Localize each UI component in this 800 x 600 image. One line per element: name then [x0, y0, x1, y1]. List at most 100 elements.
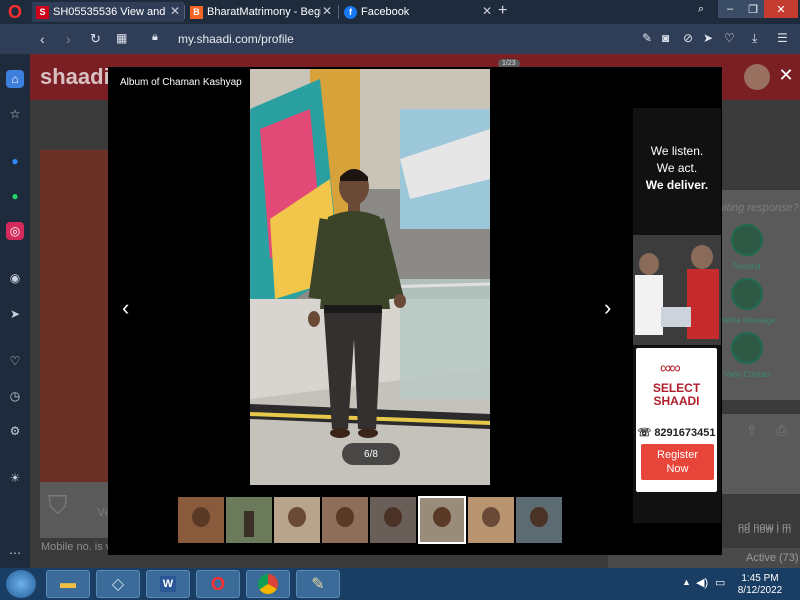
- ad-card: ∞∞ SELECT SHAADI ☏ 8291673451 Register Now: [636, 348, 717, 492]
- instagram-icon[interactable]: ◎: [6, 222, 24, 240]
- remind-icon[interactable]: [731, 224, 763, 256]
- close-tab-icon[interactable]: ✕: [482, 4, 492, 18]
- start-button[interactable]: [6, 570, 36, 598]
- tab-label: BharatMatrimony - Begin y: [207, 6, 321, 18]
- write-message-icon[interactable]: [731, 278, 763, 310]
- opera-menu-icon[interactable]: O: [0, 0, 30, 24]
- send-icon[interactable]: ➤: [703, 31, 713, 45]
- whatsapp-icon[interactable]: ●: [6, 187, 24, 205]
- new-tab-button[interactable]: +: [498, 2, 507, 20]
- print-icon[interactable]: ⎙: [776, 422, 787, 439]
- share-icon[interactable]: ⇪: [746, 422, 758, 439]
- settings-icon[interactable]: ⚙: [6, 422, 24, 440]
- thumbnail-strip: [178, 496, 564, 544]
- file-explorer-icon[interactable]: ▬: [46, 570, 90, 598]
- thumbnail[interactable]: [178, 497, 224, 543]
- search-tabs-icon[interactable]: ⌕: [694, 0, 708, 18]
- tab-bar: O S SH05535536 View and Con ✕ B BharatMa…: [0, 0, 800, 24]
- album-photo: 6/8: [250, 69, 490, 485]
- close-modal-button[interactable]: ✕: [777, 66, 795, 84]
- ad-photo: [633, 235, 721, 345]
- lock-icon: 🔒︎: [152, 31, 158, 43]
- heart-sidebar-icon[interactable]: ♡: [6, 352, 24, 370]
- thumbnail[interactable]: [226, 497, 272, 543]
- opera-icon[interactable]: O: [196, 570, 240, 598]
- close-tab-icon[interactable]: ✕: [322, 4, 332, 18]
- thumbnail[interactable]: [322, 497, 368, 543]
- block-icon[interactable]: ⊘: [683, 31, 693, 45]
- close-tab-icon[interactable]: ✕: [170, 4, 180, 18]
- about-snippet: nd now i m: [738, 521, 792, 533]
- ad-brand: SELECT SHAADI: [652, 381, 701, 408]
- url-field[interactable]: my.shaadi.com/profile: [178, 32, 294, 46]
- minimize-button[interactable]: ‒: [718, 0, 742, 18]
- remind-label[interactable]: Remind: [733, 262, 761, 271]
- bookmark-icon[interactable]: ☆: [6, 105, 24, 123]
- next-photo-button[interactable]: ›: [604, 295, 611, 321]
- edit-icon[interactable]: ✎: [642, 31, 652, 45]
- tab-label: SH05535536 View and Con: [53, 6, 169, 18]
- taskbar: ▬ ◇ W O ✎ ▲ ◀︎) ▭ 1:45 PM 8/12/2022: [0, 568, 800, 600]
- select-shaadi-logo-icon: ∞∞: [660, 360, 681, 377]
- heart-icon[interactable]: ♡: [724, 31, 735, 45]
- shield-icon: ⛉: [48, 490, 68, 520]
- view-contact-label[interactable]: View Contact: [724, 370, 771, 379]
- app-icon[interactable]: ◇: [96, 570, 140, 598]
- ad-tagline-1: We listen.: [650, 144, 704, 158]
- more-icon[interactable]: ⋯: [6, 544, 24, 562]
- browser-sidebar: ⌂ ☆ ● ● ◎ ◉ ➤ ♡ ◷ ⚙ ☀ ⋯: [0, 54, 30, 568]
- address-bar: ‹ › ↻ ▦ 🔒︎ my.shaadi.com/profile ✎ ◙ ⊘ ➤…: [0, 24, 800, 54]
- avatar[interactable]: [744, 64, 770, 90]
- view-contact-icon[interactable]: [731, 332, 763, 364]
- write-message-label[interactable]: Write Message: [722, 316, 775, 325]
- messenger-icon[interactable]: ●: [6, 152, 24, 170]
- shaadi-logo: shaadi: [40, 64, 110, 89]
- reload-icon[interactable]: ↻: [90, 31, 101, 47]
- home-icon[interactable]: ⌂: [6, 70, 24, 88]
- person-photo-illustration: [250, 69, 490, 485]
- send-sidebar-icon[interactable]: ➤: [6, 305, 24, 323]
- thumbnail[interactable]: [274, 497, 320, 543]
- chrome-icon[interactable]: [246, 570, 290, 598]
- thumbnail[interactable]: [370, 497, 416, 543]
- history-icon[interactable]: ◷: [6, 387, 24, 405]
- tab-shaadi-profile[interactable]: S SH05535536 View and Con ✕: [32, 2, 184, 22]
- awaiting-response-label: uiting response?: [718, 202, 799, 214]
- easy-setup-icon[interactable]: ☰: [777, 31, 788, 45]
- thumbnail-active[interactable]: [418, 496, 466, 544]
- forward-icon[interactable]: ›: [66, 31, 71, 47]
- thumbnail[interactable]: [516, 497, 562, 543]
- shaadi-favicon-icon: S: [36, 5, 49, 19]
- tabs-grid-icon[interactable]: ▦: [116, 31, 127, 45]
- photo-counter: 6/8: [342, 443, 400, 465]
- register-now-button[interactable]: Register Now: [641, 444, 714, 480]
- photo-album-modal: Album of Chaman Kashyap 6/8 ‹ ›: [108, 67, 722, 555]
- camera-icon[interactable]: ◙: [662, 31, 669, 45]
- maximize-button[interactable]: ❐: [742, 0, 764, 18]
- word-icon[interactable]: W: [146, 570, 190, 598]
- ad-tagline-2: We act.: [656, 161, 698, 175]
- tab-bharatmatrimony[interactable]: B BharatMatrimony - Begin y ✕: [186, 2, 336, 22]
- network-icon[interactable]: ▭: [715, 576, 725, 589]
- tab-facebook[interactable]: f Facebook ✕: [340, 2, 496, 22]
- system-clock[interactable]: 1:45 PM 8/12/2022: [732, 573, 788, 597]
- back-icon[interactable]: ‹: [40, 31, 45, 47]
- ad-tagline-3: We deliver.: [645, 178, 709, 192]
- active-chats-tab[interactable]: Active (73): [746, 552, 799, 564]
- close-window-button[interactable]: ✕: [764, 0, 798, 18]
- paint-icon[interactable]: ✎: [296, 570, 340, 598]
- volume-icon[interactable]: ◀︎): [696, 576, 708, 589]
- tray-expand-icon[interactable]: ▲: [682, 577, 691, 587]
- select-shaadi-ad[interactable]: We listen. We act. We deliver. ∞∞ SELECT…: [633, 108, 721, 523]
- mobile-note: Mobile no. is v: [41, 541, 112, 553]
- previous-photo-button[interactable]: ‹: [122, 295, 129, 321]
- facebook-favicon-icon: f: [344, 5, 357, 19]
- player-icon[interactable]: ◉: [6, 269, 24, 287]
- download-icon[interactable]: ⤓: [752, 31, 757, 46]
- bharatmatrimony-favicon-icon: B: [190, 5, 203, 19]
- thumbnail[interactable]: [468, 497, 514, 543]
- ad-phone: ☏ 8291673451: [637, 427, 716, 439]
- tips-icon[interactable]: ☀: [6, 469, 24, 487]
- phone-icon: ☏: [637, 427, 655, 439]
- album-title: Album of Chaman Kashyap: [120, 77, 242, 88]
